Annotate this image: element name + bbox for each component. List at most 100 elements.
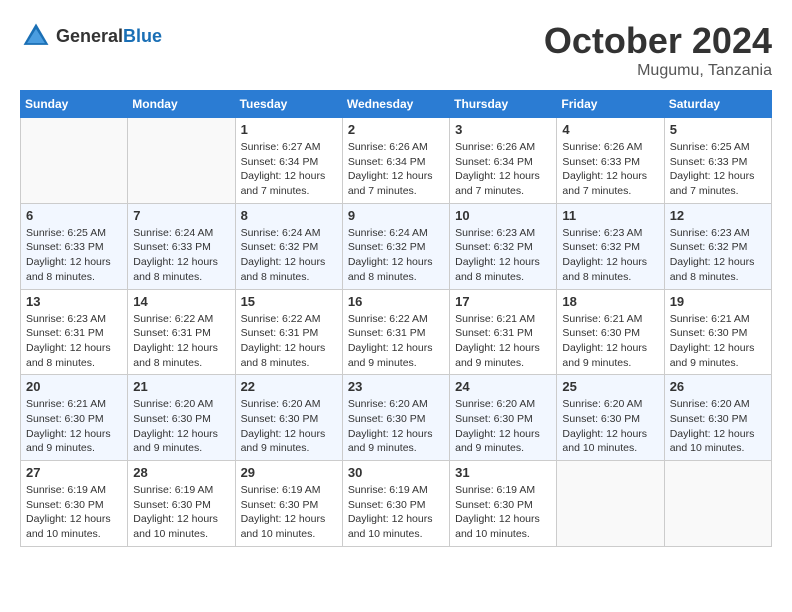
calendar-day-cell: 27 Sunrise: 6:19 AM Sunset: 6:30 PM Dayli… (21, 461, 128, 547)
day-detail: Sunrise: 6:23 AM Sunset: 6:32 PM Dayligh… (455, 226, 551, 285)
weekday-header-tuesday: Tuesday (235, 91, 342, 118)
day-number: 20 (26, 379, 122, 394)
calendar-day-cell: 30 Sunrise: 6:19 AM Sunset: 6:30 PM Dayli… (342, 461, 449, 547)
calendar-day-cell (21, 118, 128, 204)
day-detail: Sunrise: 6:22 AM Sunset: 6:31 PM Dayligh… (348, 312, 444, 371)
day-number: 19 (670, 294, 766, 309)
weekday-header-friday: Friday (557, 91, 664, 118)
day-number: 5 (670, 122, 766, 137)
day-detail: Sunrise: 6:20 AM Sunset: 6:30 PM Dayligh… (348, 397, 444, 456)
day-number: 12 (670, 208, 766, 223)
day-number: 15 (241, 294, 337, 309)
calendar-week-row: 6Sunrise: 6:25 AM Sunset: 6:33 PM Daylig… (21, 203, 772, 289)
day-detail: Sunrise: 6:19 AM Sunset: 6:30 PM Dayligh… (133, 483, 229, 542)
day-detail: Sunrise: 6:26 AM Sunset: 6:33 PM Dayligh… (562, 140, 658, 199)
calendar-day-cell: 10 Sunrise: 6:23 AM Sunset: 6:32 PM Dayli… (450, 203, 557, 289)
day-detail: Sunrise: 6:26 AM Sunset: 6:34 PM Dayligh… (348, 140, 444, 199)
calendar-day-cell: 31Sunrise: 6:19 AM Sunset: 6:30 PM Dayli… (450, 461, 557, 547)
logo-general: General (56, 26, 123, 47)
day-detail: Sunrise: 6:20 AM Sunset: 6:30 PM Dayligh… (670, 397, 766, 456)
title-section: October 2024 Mugumu, Tanzania (544, 20, 772, 80)
day-detail: Sunrise: 6:23 AM Sunset: 6:32 PM Dayligh… (670, 226, 766, 285)
day-number: 4 (562, 122, 658, 137)
day-detail: Sunrise: 6:20 AM Sunset: 6:30 PM Dayligh… (455, 397, 551, 456)
day-number: 31 (455, 465, 551, 480)
calendar-day-cell: 3 Sunrise: 6:26 AM Sunset: 6:34 PM Daylig… (450, 118, 557, 204)
day-number: 14 (133, 294, 229, 309)
day-number: 6 (26, 208, 122, 223)
day-number: 9 (348, 208, 444, 223)
day-detail: Sunrise: 6:19 AM Sunset: 6:30 PM Dayligh… (26, 483, 122, 542)
day-number: 11 (562, 208, 658, 223)
calendar-week-row: 1 Sunrise: 6:27 AM Sunset: 6:34 PM Daylig… (21, 118, 772, 204)
calendar-day-cell: 11 Sunrise: 6:23 AM Sunset: 6:32 PM Dayli… (557, 203, 664, 289)
calendar-day-cell: 28Sunrise: 6:19 AM Sunset: 6:30 PM Dayli… (128, 461, 235, 547)
day-detail: Sunrise: 6:20 AM Sunset: 6:30 PM Dayligh… (241, 397, 337, 456)
day-detail: Sunrise: 6:22 AM Sunset: 6:31 PM Dayligh… (241, 312, 337, 371)
calendar-day-cell: 2 Sunrise: 6:26 AM Sunset: 6:34 PM Daylig… (342, 118, 449, 204)
day-number: 3 (455, 122, 551, 137)
day-detail: Sunrise: 6:19 AM Sunset: 6:30 PM Dayligh… (348, 483, 444, 542)
day-detail: Sunrise: 6:24 AM Sunset: 6:33 PM Dayligh… (133, 226, 229, 285)
weekday-header-saturday: Saturday (664, 91, 771, 118)
calendar-day-cell: 20 Sunrise: 6:21 AM Sunset: 6:30 PM Dayli… (21, 375, 128, 461)
day-number: 7 (133, 208, 229, 223)
day-detail: Sunrise: 6:19 AM Sunset: 6:30 PM Dayligh… (241, 483, 337, 542)
day-detail: Sunrise: 6:21 AM Sunset: 6:30 PM Dayligh… (562, 312, 658, 371)
weekday-header-thursday: Thursday (450, 91, 557, 118)
calendar-day-cell: 5 Sunrise: 6:25 AM Sunset: 6:33 PM Daylig… (664, 118, 771, 204)
day-number: 13 (26, 294, 122, 309)
day-number: 26 (670, 379, 766, 394)
calendar-table: SundayMondayTuesdayWednesdayThursdayFrid… (20, 90, 772, 547)
calendar-day-cell (557, 461, 664, 547)
weekday-header-wednesday: Wednesday (342, 91, 449, 118)
day-number: 10 (455, 208, 551, 223)
calendar-day-cell: 21Sunrise: 6:20 AM Sunset: 6:30 PM Dayli… (128, 375, 235, 461)
day-number: 1 (241, 122, 337, 137)
calendar-day-cell: 4 Sunrise: 6:26 AM Sunset: 6:33 PM Daylig… (557, 118, 664, 204)
day-number: 2 (348, 122, 444, 137)
day-detail: Sunrise: 6:21 AM Sunset: 6:30 PM Dayligh… (26, 397, 122, 456)
day-number: 16 (348, 294, 444, 309)
calendar-day-cell: 15 Sunrise: 6:22 AM Sunset: 6:31 PM Dayli… (235, 289, 342, 375)
calendar-day-cell: 17 Sunrise: 6:21 AM Sunset: 6:31 PM Dayli… (450, 289, 557, 375)
calendar-day-cell: 16 Sunrise: 6:22 AM Sunset: 6:31 PM Dayli… (342, 289, 449, 375)
logo: General Blue (20, 20, 162, 52)
calendar-day-cell: 8Sunrise: 6:24 AM Sunset: 6:32 PM Daylig… (235, 203, 342, 289)
day-detail: Sunrise: 6:21 AM Sunset: 6:30 PM Dayligh… (670, 312, 766, 371)
weekday-header-row: SundayMondayTuesdayWednesdayThursdayFrid… (21, 91, 772, 118)
day-detail: Sunrise: 6:25 AM Sunset: 6:33 PM Dayligh… (670, 140, 766, 199)
day-number: 30 (348, 465, 444, 480)
day-number: 27 (26, 465, 122, 480)
day-number: 25 (562, 379, 658, 394)
calendar-day-cell: 23 Sunrise: 6:20 AM Sunset: 6:30 PM Dayli… (342, 375, 449, 461)
calendar-day-cell: 25Sunrise: 6:20 AM Sunset: 6:30 PM Dayli… (557, 375, 664, 461)
calendar-day-cell: 26 Sunrise: 6:20 AM Sunset: 6:30 PM Dayli… (664, 375, 771, 461)
calendar-day-cell: 24 Sunrise: 6:20 AM Sunset: 6:30 PM Dayli… (450, 375, 557, 461)
calendar-day-cell: 14Sunrise: 6:22 AM Sunset: 6:31 PM Dayli… (128, 289, 235, 375)
calendar-day-cell: 1 Sunrise: 6:27 AM Sunset: 6:34 PM Daylig… (235, 118, 342, 204)
day-number: 21 (133, 379, 229, 394)
day-detail: Sunrise: 6:23 AM Sunset: 6:31 PM Dayligh… (26, 312, 122, 371)
day-detail: Sunrise: 6:27 AM Sunset: 6:34 PM Dayligh… (241, 140, 337, 199)
calendar-day-cell: 22 Sunrise: 6:20 AM Sunset: 6:30 PM Dayli… (235, 375, 342, 461)
day-number: 22 (241, 379, 337, 394)
day-detail: Sunrise: 6:21 AM Sunset: 6:31 PM Dayligh… (455, 312, 551, 371)
calendar-day-cell: 12 Sunrise: 6:23 AM Sunset: 6:32 PM Dayli… (664, 203, 771, 289)
day-detail: Sunrise: 6:26 AM Sunset: 6:34 PM Dayligh… (455, 140, 551, 199)
calendar-day-cell: 18 Sunrise: 6:21 AM Sunset: 6:30 PM Dayli… (557, 289, 664, 375)
calendar-day-cell: 6Sunrise: 6:25 AM Sunset: 6:33 PM Daylig… (21, 203, 128, 289)
logo-blue: Blue (123, 26, 162, 47)
day-detail: Sunrise: 6:24 AM Sunset: 6:32 PM Dayligh… (241, 226, 337, 285)
day-detail: Sunrise: 6:23 AM Sunset: 6:32 PM Dayligh… (562, 226, 658, 285)
calendar-day-cell: 13 Sunrise: 6:23 AM Sunset: 6:31 PM Dayli… (21, 289, 128, 375)
day-number: 17 (455, 294, 551, 309)
calendar-day-cell: 19 Sunrise: 6:21 AM Sunset: 6:30 PM Dayli… (664, 289, 771, 375)
day-number: 24 (455, 379, 551, 394)
day-number: 29 (241, 465, 337, 480)
weekday-header-monday: Monday (128, 91, 235, 118)
calendar-week-row: 27 Sunrise: 6:19 AM Sunset: 6:30 PM Dayli… (21, 461, 772, 547)
day-number: 23 (348, 379, 444, 394)
day-number: 18 (562, 294, 658, 309)
calendar-week-row: 20 Sunrise: 6:21 AM Sunset: 6:30 PM Dayli… (21, 375, 772, 461)
